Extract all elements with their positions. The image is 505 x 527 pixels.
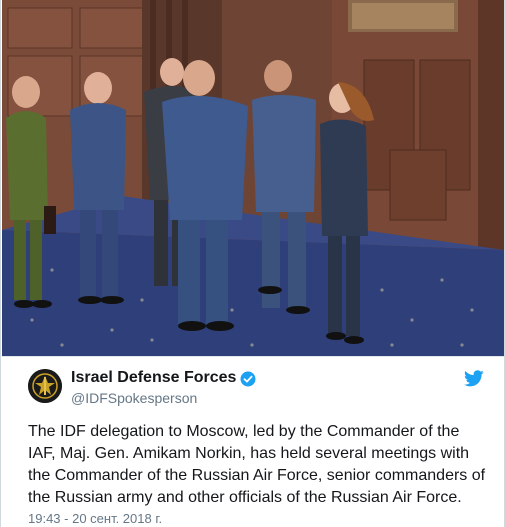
idf-emblem-avatar[interactable] xyxy=(28,369,62,403)
tweet-text-line: The IDF delegation to Moscow, led by the… xyxy=(28,423,460,440)
idf-emblem-icon xyxy=(28,369,62,403)
tweet-text-line: the Russian army and other officials of … xyxy=(28,489,462,506)
tweet-timestamp[interactable]: 19:43 - 20 сент. 2018 г. xyxy=(28,511,162,526)
verified-badge-icon xyxy=(240,371,256,387)
divider xyxy=(2,356,504,357)
twitter-bird-icon[interactable] xyxy=(464,370,484,387)
meeting-photo-illustration xyxy=(2,0,504,356)
tweet-text-line: IAF, Maj. Gen. Amikam Norkin, has held s… xyxy=(28,445,470,462)
display-name[interactable]: Israel Defense Forces xyxy=(71,369,236,387)
tweet-text-line: the Commander of the Russian Air Force, … xyxy=(28,467,486,484)
tweet-photo[interactable] xyxy=(2,0,504,356)
user-handle[interactable]: @IDFSpokesperson xyxy=(71,390,197,406)
tweet-text: The IDF delegation to Moscow, led by the… xyxy=(28,421,498,509)
tweet-card: Israel Defense Forces @IDFSpokesperson T… xyxy=(0,0,505,527)
